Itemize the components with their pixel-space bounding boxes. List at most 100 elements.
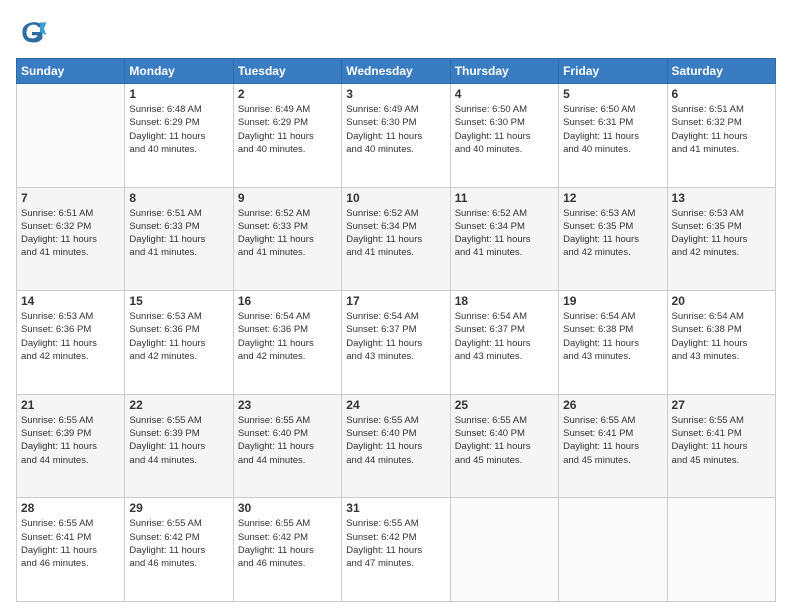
calendar-cell: 13 Sunrise: 6:53 AMSunset: 6:35 PMDayligh… (667, 187, 775, 291)
calendar-cell: 11Sunrise: 6:52 AMSunset: 6:34 PMDayligh… (450, 187, 558, 291)
day-number: 16 (238, 294, 337, 308)
day-number: 5 (563, 87, 662, 101)
weekday-header-wednesday: Wednesday (342, 59, 450, 84)
calendar-cell: 4Sunrise: 6:50 AMSunset: 6:30 PMDaylight… (450, 84, 558, 188)
day-info: Sunrise: 6:52 AMSunset: 6:33 PMDaylight:… (238, 207, 337, 260)
calendar-cell: 9Sunrise: 6:52 AMSunset: 6:33 PMDaylight… (233, 187, 341, 291)
calendar-cell (559, 498, 667, 602)
day-number: 13 (672, 191, 771, 205)
day-info: Sunrise: 6:55 AMSunset: 6:40 PMDaylight:… (238, 414, 337, 467)
day-info: Sunrise: 6:54 AMSunset: 6:38 PMDaylight:… (563, 310, 662, 363)
day-number: 8 (129, 191, 228, 205)
calendar-cell: 12 Sunrise: 6:53 AMSunset: 6:35 PMDayligh… (559, 187, 667, 291)
day-info: Sunrise: 6:55 AMSunset: 6:39 PMDaylight:… (129, 414, 228, 467)
weekday-header-monday: Monday (125, 59, 233, 84)
calendar-cell: 16 Sunrise: 6:54 AMSunset: 6:36 PMDayligh… (233, 291, 341, 395)
day-info: Sunrise: 6:55 AMSunset: 6:41 PMDaylight:… (672, 414, 771, 467)
day-info: Sunrise: 6:49 AMSunset: 6:30 PMDaylight:… (346, 103, 445, 156)
day-number: 12 (563, 191, 662, 205)
calendar-cell: 22Sunrise: 6:55 AMSunset: 6:39 PMDayligh… (125, 394, 233, 498)
calendar-cell: 31Sunrise: 6:55 AMSunset: 6:42 PMDayligh… (342, 498, 450, 602)
day-info: Sunrise: 6:53 AMSunset: 6:35 PMDaylight:… (563, 207, 662, 260)
calendar-cell: 30 Sunrise: 6:55 AMSunset: 6:42 PMDayligh… (233, 498, 341, 602)
day-info: Sunrise: 6:51 AMSunset: 6:32 PMDaylight:… (21, 207, 120, 260)
calendar-cell: 14 Sunrise: 6:53 AMSunset: 6:36 PMDayligh… (17, 291, 125, 395)
day-number: 6 (672, 87, 771, 101)
day-info: Sunrise: 6:48 AMSunset: 6:29 PMDaylight:… (129, 103, 228, 156)
calendar-cell: 6 Sunrise: 6:51 AMSunset: 6:32 PMDaylight… (667, 84, 775, 188)
calendar-week-row: 21 Sunrise: 6:55 AMSunset: 6:39 PMDayligh… (17, 394, 776, 498)
calendar-cell: 18 Sunrise: 6:54 AMSunset: 6:37 PMDayligh… (450, 291, 558, 395)
day-number: 18 (455, 294, 554, 308)
calendar-cell: 23Sunrise: 6:55 AMSunset: 6:40 PMDayligh… (233, 394, 341, 498)
day-number: 10 (346, 191, 445, 205)
calendar-cell: 25 Sunrise: 6:55 AMSunset: 6:40 PMDayligh… (450, 394, 558, 498)
weekday-header-saturday: Saturday (667, 59, 775, 84)
day-info: Sunrise: 6:55 AMSunset: 6:42 PMDaylight:… (129, 517, 228, 570)
day-number: 1 (129, 87, 228, 101)
day-info: Sunrise: 6:54 AMSunset: 6:36 PMDaylight:… (238, 310, 337, 363)
calendar-week-row: 14 Sunrise: 6:53 AMSunset: 6:36 PMDayligh… (17, 291, 776, 395)
calendar-cell: 7Sunrise: 6:51 AMSunset: 6:32 PMDaylight… (17, 187, 125, 291)
day-number: 30 (238, 501, 337, 515)
calendar-cell: 29Sunrise: 6:55 AMSunset: 6:42 PMDayligh… (125, 498, 233, 602)
calendar-cell: 15 Sunrise: 6:53 AMSunset: 6:36 PMDayligh… (125, 291, 233, 395)
calendar-cell: 2 Sunrise: 6:49 AMSunset: 6:29 PMDaylight… (233, 84, 341, 188)
header (16, 16, 776, 48)
calendar-cell: 5 Sunrise: 6:50 AMSunset: 6:31 PMDaylight… (559, 84, 667, 188)
day-number: 21 (21, 398, 120, 412)
calendar-cell: 19 Sunrise: 6:54 AMSunset: 6:38 PMDayligh… (559, 291, 667, 395)
day-info: Sunrise: 6:53 AMSunset: 6:36 PMDaylight:… (129, 310, 228, 363)
day-number: 3 (346, 87, 445, 101)
day-info: Sunrise: 6:51 AMSunset: 6:32 PMDaylight:… (672, 103, 771, 156)
day-number: 11 (455, 191, 554, 205)
calendar-cell: 3 Sunrise: 6:49 AMSunset: 6:30 PMDaylight… (342, 84, 450, 188)
day-info: Sunrise: 6:54 AMSunset: 6:38 PMDaylight:… (672, 310, 771, 363)
day-info: Sunrise: 6:55 AMSunset: 6:42 PMDaylight:… (238, 517, 337, 570)
day-number: 20 (672, 294, 771, 308)
day-info: Sunrise: 6:53 AMSunset: 6:36 PMDaylight:… (21, 310, 120, 363)
calendar-cell: 17Sunrise: 6:54 AMSunset: 6:37 PMDayligh… (342, 291, 450, 395)
day-number: 26 (563, 398, 662, 412)
day-number: 25 (455, 398, 554, 412)
day-number: 2 (238, 87, 337, 101)
day-info: Sunrise: 6:52 AMSunset: 6:34 PMDaylight:… (346, 207, 445, 260)
calendar-week-row: 28Sunrise: 6:55 AMSunset: 6:41 PMDayligh… (17, 498, 776, 602)
calendar-cell: 26 Sunrise: 6:55 AMSunset: 6:41 PMDayligh… (559, 394, 667, 498)
weekday-header-tuesday: Tuesday (233, 59, 341, 84)
calendar-header: SundayMondayTuesdayWednesdayThursdayFrid… (17, 59, 776, 84)
calendar-cell (667, 498, 775, 602)
day-number: 15 (129, 294, 228, 308)
calendar-body: 1 Sunrise: 6:48 AMSunset: 6:29 PMDaylight… (17, 84, 776, 602)
day-info: Sunrise: 6:55 AMSunset: 6:40 PMDaylight:… (346, 414, 445, 467)
calendar-cell: 10 Sunrise: 6:52 AMSunset: 6:34 PMDayligh… (342, 187, 450, 291)
calendar-cell (450, 498, 558, 602)
weekday-header-sunday: Sunday (17, 59, 125, 84)
calendar-cell: 1 Sunrise: 6:48 AMSunset: 6:29 PMDaylight… (125, 84, 233, 188)
day-number: 27 (672, 398, 771, 412)
day-number: 28 (21, 501, 120, 515)
day-number: 24 (346, 398, 445, 412)
calendar-cell (17, 84, 125, 188)
day-info: Sunrise: 6:55 AMSunset: 6:40 PMDaylight:… (455, 414, 554, 467)
day-number: 31 (346, 501, 445, 515)
page: SundayMondayTuesdayWednesdayThursdayFrid… (0, 0, 792, 612)
day-number: 4 (455, 87, 554, 101)
day-number: 19 (563, 294, 662, 308)
day-number: 14 (21, 294, 120, 308)
day-info: Sunrise: 6:55 AMSunset: 6:41 PMDaylight:… (563, 414, 662, 467)
day-info: Sunrise: 6:54 AMSunset: 6:37 PMDaylight:… (455, 310, 554, 363)
calendar-week-row: 7Sunrise: 6:51 AMSunset: 6:32 PMDaylight… (17, 187, 776, 291)
calendar-cell: 8Sunrise: 6:51 AMSunset: 6:33 PMDaylight… (125, 187, 233, 291)
calendar-cell: 24 Sunrise: 6:55 AMSunset: 6:40 PMDayligh… (342, 394, 450, 498)
weekday-header-friday: Friday (559, 59, 667, 84)
calendar-week-row: 1 Sunrise: 6:48 AMSunset: 6:29 PMDaylight… (17, 84, 776, 188)
calendar-cell: 28Sunrise: 6:55 AMSunset: 6:41 PMDayligh… (17, 498, 125, 602)
day-info: Sunrise: 6:53 AMSunset: 6:35 PMDaylight:… (672, 207, 771, 260)
day-number: 17 (346, 294, 445, 308)
day-info: Sunrise: 6:49 AMSunset: 6:29 PMDaylight:… (238, 103, 337, 156)
day-info: Sunrise: 6:50 AMSunset: 6:31 PMDaylight:… (563, 103, 662, 156)
weekday-header-thursday: Thursday (450, 59, 558, 84)
logo-icon (16, 16, 48, 48)
day-info: Sunrise: 6:55 AMSunset: 6:39 PMDaylight:… (21, 414, 120, 467)
